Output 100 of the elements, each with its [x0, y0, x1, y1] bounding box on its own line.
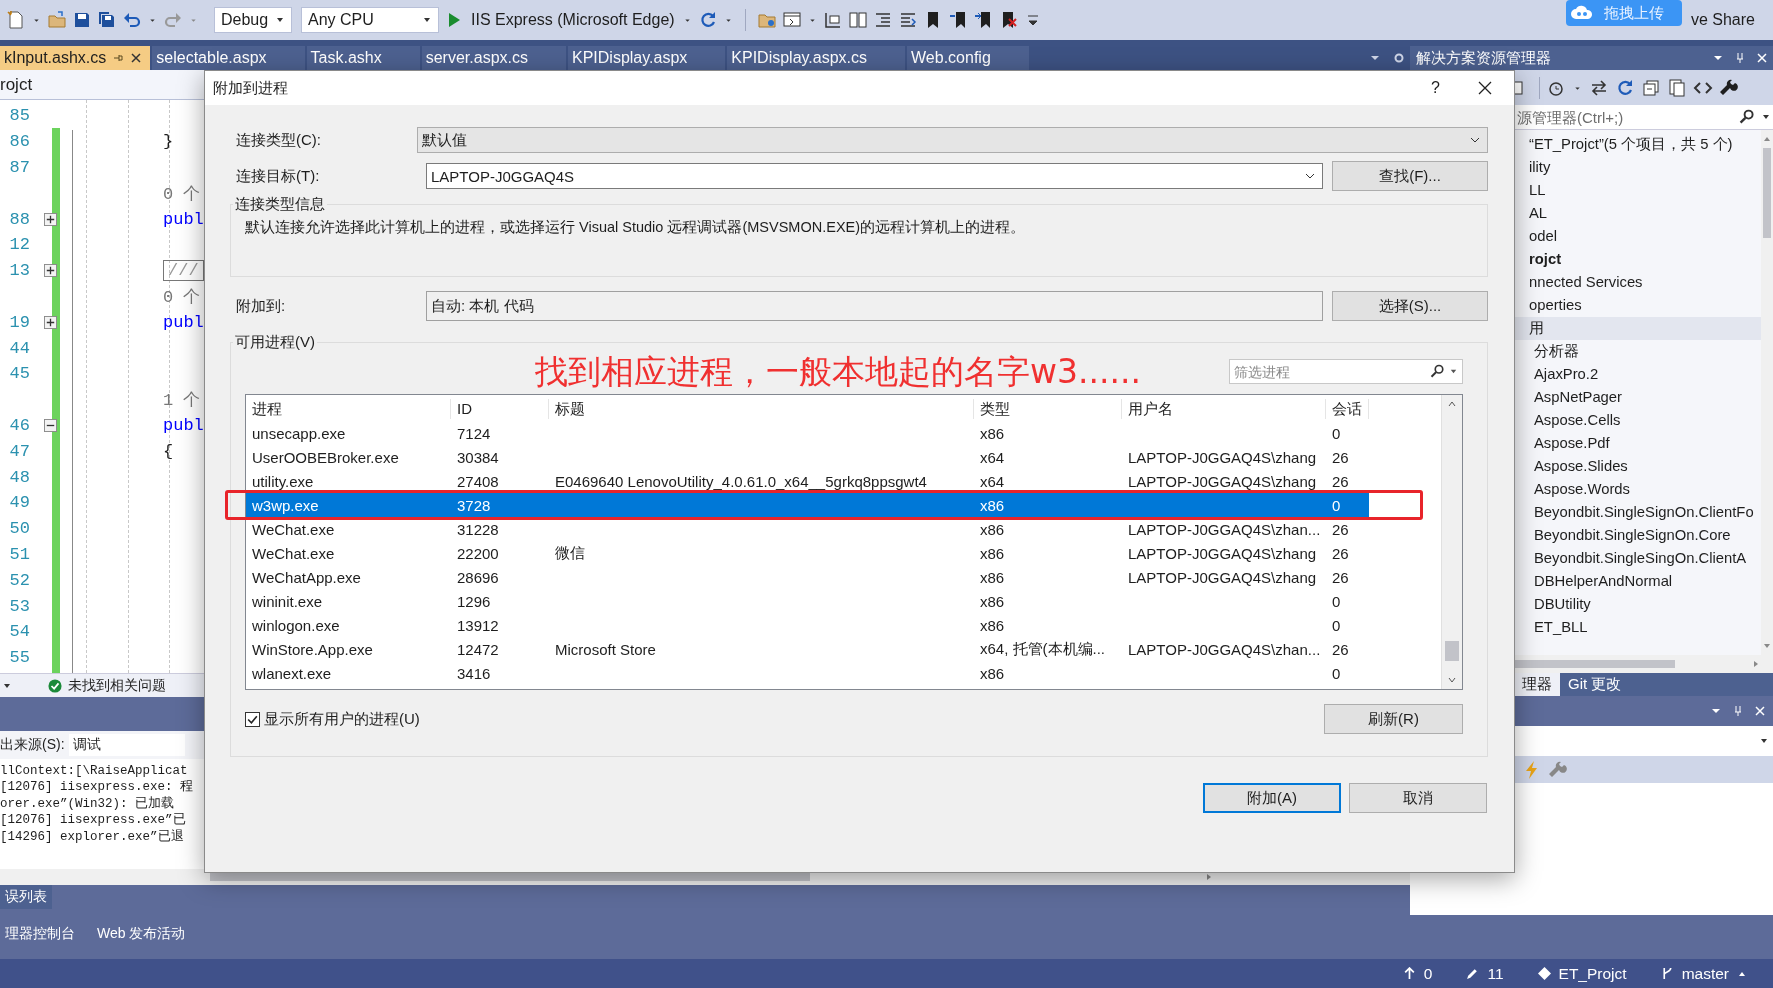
source-dropdown[interactable]: 调试	[68, 734, 185, 756]
group-title: 可用进程(V)	[234, 333, 316, 352]
diamond-icon[interactable]	[1537, 967, 1551, 980]
table-cell: LAPTOP-J0GGAQ4S\zhan...	[1128, 520, 1321, 538]
expand-toggle-icon[interactable]	[44, 212, 57, 226]
table-cell: 26	[1332, 640, 1349, 658]
output-line: llContext:[\RaiseApplicat	[0, 763, 188, 780]
collapse-toggle-icon[interactable]	[44, 418, 57, 432]
column-header[interactable]: 进程	[246, 399, 451, 419]
table-cell: 1296	[457, 592, 491, 610]
line-number: 51	[9, 544, 30, 564]
cancel-button[interactable]: 取消	[1349, 783, 1487, 813]
table-cell: 27408	[457, 472, 499, 490]
find-button[interactable]: 查找(F)...	[1332, 161, 1488, 191]
live-share-label[interactable]: ve Share	[1690, 11, 1755, 29]
platform-dropdown[interactable]: Any CPU	[301, 7, 439, 33]
up-arrow-icon[interactable]	[1402, 967, 1416, 980]
bookmark-next-icon[interactable]	[972, 10, 993, 30]
connection-type-dropdown[interactable]: 默认值	[417, 127, 1488, 153]
code-text: }	[163, 132, 174, 152]
save-all-icon[interactable]	[97, 10, 117, 30]
document-tab[interactable]: server.aspx.cs	[421, 46, 566, 70]
scrollbar[interactable]	[210, 873, 810, 881]
connection-target-field[interactable]: LAPTOP-J0GGAQ4S	[426, 163, 1323, 189]
panel-tab[interactable]: Web 发布活动	[92, 922, 191, 946]
project-name[interactable]: rojct	[0, 74, 33, 95]
push-count[interactable]: 0	[1423, 964, 1433, 983]
attach-button[interactable]: 附加(A)	[1203, 783, 1341, 813]
scrollbar[interactable]	[1763, 148, 1771, 238]
table-cell: x86	[980, 664, 1005, 682]
collapse-icon[interactable]	[1641, 77, 1661, 98]
refresh-button[interactable]: 刷新(R)	[1324, 704, 1463, 734]
filter-field[interactable]: 筛选进程	[1229, 359, 1463, 384]
line-number: 12	[9, 235, 30, 255]
close-icon[interactable]	[1478, 81, 1492, 95]
bookmark-prev-icon[interactable]	[947, 10, 968, 30]
output-line: [14296] explorer.exe”已退	[0, 828, 184, 846]
document-tab[interactable]: Web.config	[907, 46, 1029, 70]
annotation-text: 找到相应进程，一般本地起的名字w3......	[535, 352, 1141, 392]
code-text: publ	[163, 312, 204, 332]
windows-icon[interactable]	[847, 10, 868, 30]
panel-tab[interactable]: 理器	[1514, 673, 1560, 696]
document-tab[interactable]: KPIDisplay.aspx.cs	[727, 46, 906, 70]
info-text: 默认连接允许选择此计算机上的进程，或选择运行 Visual Studio 远程调试器(MSVSMON.EXE)的远程计算机上的进程。	[245, 218, 1027, 237]
configuration-dropdown[interactable]: Debug	[214, 7, 292, 33]
changes-count[interactable]: 11	[1487, 964, 1504, 983]
column-header[interactable]: 用户名	[1122, 399, 1326, 419]
column-header[interactable]: 会话	[1326, 399, 1369, 419]
new-file-icon[interactable]	[6, 10, 26, 30]
expand-toggle-icon[interactable]	[44, 315, 57, 329]
line-number: 85	[9, 106, 30, 126]
help-button[interactable]: ?	[1431, 79, 1440, 97]
settings-icon[interactable]	[1393, 52, 1405, 64]
caret-icon[interactable]	[1449, 367, 1458, 376]
pencil-icon[interactable]	[1466, 967, 1480, 980]
table-cell: x86	[980, 616, 1005, 634]
line-number: 44	[9, 338, 30, 358]
table-cell: wlanext.exe	[252, 664, 332, 682]
repository-name[interactable]: ET_Projct	[1558, 964, 1627, 983]
document-tab[interactable]: KPIDisplay.aspx	[568, 46, 726, 70]
expand-toggle-icon[interactable]	[44, 264, 57, 278]
table-cell: 0	[1332, 616, 1341, 634]
run-target-button[interactable]: IIS Express (Microsoft Edge)	[469, 11, 677, 29]
pin-icon[interactable]	[1734, 52, 1746, 64]
show-all-users-checkbox[interactable]: 显示所有用户的进程(U)	[245, 709, 420, 729]
document-tab[interactable]: Task.ashx	[306, 46, 420, 70]
scroll-up-icon[interactable]	[1447, 399, 1457, 409]
pin-icon[interactable]	[112, 52, 125, 64]
panel-tab[interactable]: 理器控制台	[0, 922, 80, 946]
scrollbar[interactable]	[1515, 660, 1675, 668]
column-header[interactable]: 标题	[549, 399, 974, 419]
select-button[interactable]: 选择(S)...	[1332, 291, 1488, 321]
table-cell: x86	[980, 544, 1005, 562]
attach-to-field[interactable]: 自动: 本机 代码	[426, 291, 1323, 321]
panel-tab[interactable]: Git 更改	[1560, 673, 1630, 696]
branch-icon[interactable]	[1660, 967, 1674, 980]
sync-icon[interactable]	[1589, 77, 1609, 98]
pin-icon[interactable]	[1732, 705, 1744, 717]
document-tab[interactable]: kInput.ashx.cs	[0, 46, 151, 70]
wrench-icon[interactable]	[1719, 77, 1739, 98]
column-header[interactable]: 类型	[974, 399, 1122, 419]
document-tab[interactable]: selectable.aspx	[152, 46, 305, 70]
table-cell: w3wp.exe	[252, 496, 319, 514]
panel-tab[interactable]: 误列表	[0, 885, 52, 909]
branch-name[interactable]: master	[1681, 964, 1729, 983]
output-line: orer.exe”(Win32): 已加载	[0, 795, 175, 813]
line-number: 48	[9, 467, 30, 487]
scrollbar[interactable]	[1445, 641, 1459, 661]
table-cell: 31228	[457, 520, 499, 538]
scroll-down-icon[interactable]	[1447, 675, 1457, 685]
save-icon[interactable]	[72, 10, 92, 30]
column-header[interactable]: ID	[451, 399, 549, 419]
search-icon[interactable]	[1739, 109, 1755, 125]
table-cell: LAPTOP-J0GGAQ4S\zhan...	[1128, 640, 1321, 658]
table-cell: utility.exe	[252, 472, 314, 490]
close-icon[interactable]	[130, 52, 143, 64]
browser-icon[interactable]	[781, 10, 802, 30]
search-icon[interactable]	[1430, 364, 1445, 379]
copy-icon[interactable]	[1667, 77, 1687, 98]
table-cell: 7124	[457, 424, 491, 442]
